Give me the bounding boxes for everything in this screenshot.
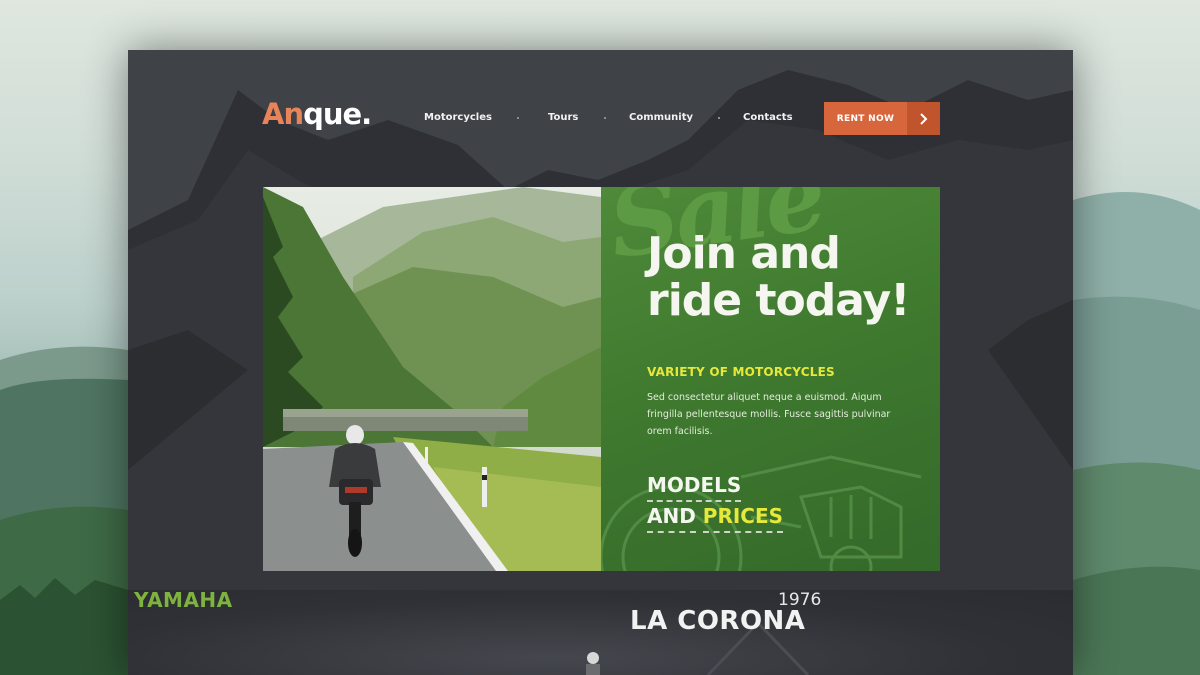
nav-item-motorcycles[interactable]: Motorcycles (424, 112, 492, 123)
nav-separator (604, 117, 606, 119)
models-and-prices-link[interactable]: MODELS AND PRICES (647, 471, 784, 533)
page-background: Anque. Motorcycles Tours Community Conta… (0, 0, 1200, 675)
promo-title-line1: Join and (647, 228, 841, 279)
featured-brand: YAMAHA (134, 588, 233, 612)
website-frame: Anque. Motorcycles Tours Community Conta… (128, 50, 1073, 675)
nav-item-contacts[interactable]: Contacts (743, 112, 793, 123)
promo-description: Sed consectetur aliquet neque a euismod.… (647, 392, 891, 437)
rent-now-label: RENT NOW (836, 113, 895, 124)
nav-item-community[interactable]: Community (629, 112, 693, 123)
chevron-right-icon (907, 102, 940, 135)
promo-subtitle: VARIETY OF MOTORCYCLES (647, 365, 835, 379)
prices-label: PRICES (702, 502, 784, 533)
hero-rider-photo (263, 187, 601, 571)
nav-item-tours[interactable]: Tours (548, 112, 578, 123)
rider-thumbnail (586, 652, 600, 675)
nav-separator (517, 117, 519, 119)
featured-model-title: LA CORONA (630, 606, 806, 636)
rent-now-button[interactable]: RENT NOW (824, 102, 940, 135)
promo-title: Join and ride today! (647, 230, 937, 324)
nav-separator (718, 117, 720, 119)
promo-title-line2: ride today! (647, 275, 910, 326)
and-label: AND (647, 502, 696, 533)
promo-panel: Sale Join and ride today! VARIETY OF MOT… (601, 187, 940, 571)
models-label: MODELS (647, 471, 742, 502)
